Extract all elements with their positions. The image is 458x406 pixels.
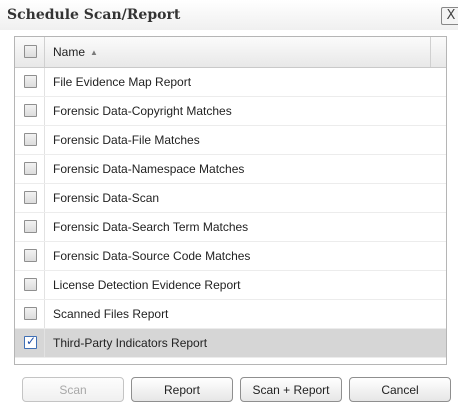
row-checkbox-cell: [15, 184, 45, 212]
row-checkbox-cell: [15, 155, 45, 183]
row-checkbox[interactable]: [24, 220, 37, 233]
dialog-titlebar[interactable]: Schedule Scan/Report X: [0, 0, 458, 30]
row-checkbox[interactable]: [24, 278, 37, 291]
table-row[interactable]: Scanned Files Report: [15, 300, 446, 329]
row-checkbox[interactable]: [24, 104, 37, 117]
cancel-button[interactable]: Cancel: [349, 377, 451, 402]
table-row[interactable]: License Detection Evidence Report: [15, 271, 446, 300]
row-checkbox[interactable]: [24, 162, 37, 175]
select-all-cell: [15, 37, 45, 67]
scan-report-button[interactable]: Scan + Report: [240, 377, 342, 402]
row-checkbox-cell: [15, 68, 45, 96]
close-icon[interactable]: X: [441, 7, 458, 25]
table-row[interactable]: Forensic Data-Scan: [15, 184, 446, 213]
row-checkbox[interactable]: [24, 133, 37, 146]
row-label: Forensic Data-Source Code Matches: [53, 249, 251, 263]
dialog-title: Schedule Scan/Report: [7, 7, 181, 23]
row-checkbox-cell: [15, 300, 45, 328]
row-label: Forensic Data-Scan: [53, 191, 160, 205]
row-checkbox[interactable]: [24, 191, 37, 204]
row-label: Forensic Data-Search Term Matches: [53, 220, 249, 234]
row-checkbox-cell: [15, 242, 45, 270]
row-checkbox-cell: [15, 213, 45, 241]
checkmark-icon: ✓: [26, 334, 37, 348]
report-button[interactable]: Report: [131, 377, 233, 402]
select-all-checkbox[interactable]: [24, 45, 37, 58]
report-grid: Name ▲ File Evidence Map Report Forensic …: [14, 36, 447, 365]
row-label: Forensic Data-File Matches: [53, 133, 200, 147]
schedule-scan-report-dialog: Schedule Scan/Report X Name ▲ File Eviden…: [0, 0, 458, 406]
row-checkbox-cell: [15, 126, 45, 154]
grid-rows: File Evidence Map Report Forensic Data-C…: [15, 68, 446, 358]
table-row-selected[interactable]: ✓ Third-Party Indicators Report: [15, 329, 446, 358]
row-checkbox-cell: [15, 97, 45, 125]
row-checkbox-checked[interactable]: ✓: [24, 334, 37, 349]
table-row[interactable]: Forensic Data-Copyright Matches: [15, 97, 446, 126]
scan-button[interactable]: Scan: [22, 377, 124, 402]
row-label: File Evidence Map Report: [53, 75, 192, 89]
name-header-label: Name ▲: [53, 45, 98, 59]
table-row[interactable]: File Evidence Map Report: [15, 68, 446, 97]
row-checkbox-cell: ✓: [15, 329, 45, 357]
table-row[interactable]: Forensic Data-Namespace Matches: [15, 155, 446, 184]
grid-header: Name ▲: [15, 37, 446, 68]
row-label: Scanned Files Report: [53, 307, 169, 321]
row-checkbox[interactable]: [24, 75, 37, 88]
table-row[interactable]: Forensic Data-File Matches: [15, 126, 446, 155]
table-row[interactable]: Forensic Data-Source Code Matches: [15, 242, 446, 271]
row-label: Forensic Data-Copyright Matches: [53, 104, 232, 118]
name-column-header[interactable]: Name ▲: [45, 37, 431, 67]
row-label: Third-Party Indicators Report: [53, 336, 208, 350]
row-label: License Detection Evidence Report: [53, 278, 241, 292]
row-checkbox[interactable]: [24, 249, 37, 262]
row-label: Forensic Data-Namespace Matches: [53, 162, 245, 176]
table-row[interactable]: Forensic Data-Search Term Matches: [15, 213, 446, 242]
row-checkbox[interactable]: [24, 307, 37, 320]
sort-ascending-icon: ▲: [90, 48, 98, 57]
row-checkbox-cell: [15, 271, 45, 299]
